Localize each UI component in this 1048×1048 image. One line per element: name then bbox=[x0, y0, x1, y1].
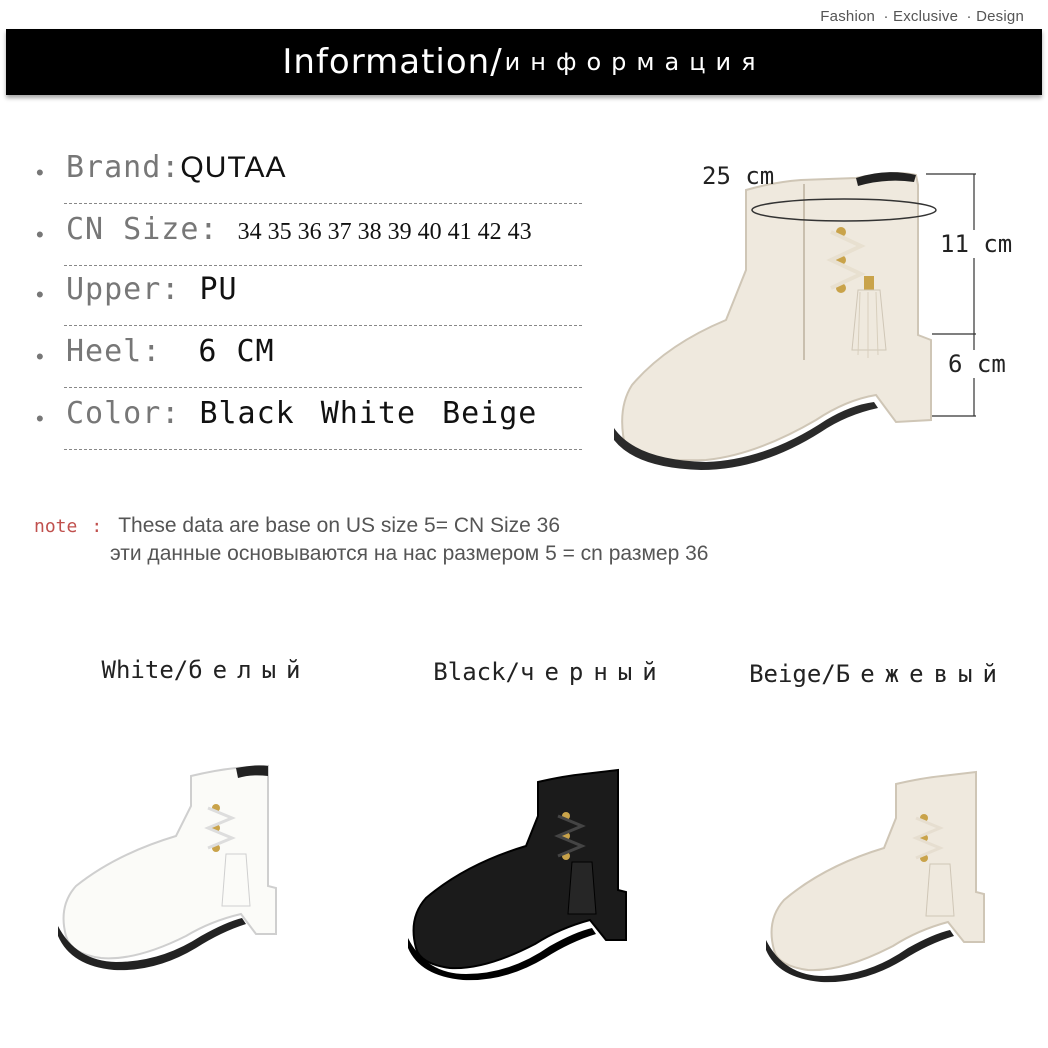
banner-title: Information/ bbox=[282, 42, 503, 82]
tagline: Fashion · Exclusive · Design bbox=[816, 8, 1024, 25]
variant-black-en: Black/ bbox=[433, 658, 520, 686]
spec-brand-label: Brand: bbox=[66, 150, 181, 185]
white-boot-image bbox=[58, 764, 277, 971]
variant-beige: Beige/Бежевый bbox=[708, 660, 1048, 1040]
variant-white-ru: белый bbox=[188, 656, 311, 684]
boot-measurement-diagram bbox=[614, 172, 976, 470]
banner-subtitle: информация bbox=[504, 48, 766, 76]
spec-color-label: Color: bbox=[66, 396, 181, 431]
dashed-divider bbox=[64, 387, 582, 388]
note-russian: эти данные основываются на нас размером … bbox=[110, 542, 709, 565]
spec-upper-value: PU bbox=[199, 272, 238, 307]
spec-brand: • Brand:QUTAA bbox=[36, 150, 582, 204]
bullet-icon: • bbox=[36, 344, 44, 369]
variant-beige-en: Beige/ bbox=[749, 660, 836, 688]
tagline-design: · Design bbox=[966, 8, 1024, 25]
spec-upper: • Upper: PU bbox=[36, 272, 582, 326]
dashed-divider bbox=[64, 449, 582, 450]
hero-boot-figure: 25 cm 11 cm 6 cm bbox=[596, 150, 1048, 480]
bullet-icon: • bbox=[36, 222, 44, 247]
variant-black-ru: черный bbox=[520, 658, 667, 686]
variant-beige-ru: Бежевый bbox=[835, 660, 1007, 688]
spec-size-label: CN Size: bbox=[66, 212, 219, 247]
note-colon: : bbox=[91, 516, 103, 537]
variant-white-en: White/ bbox=[101, 656, 189, 684]
dashed-divider bbox=[64, 325, 582, 326]
dashed-divider bbox=[64, 203, 582, 204]
tagline-exclusive: · Exclusive bbox=[883, 8, 959, 25]
measure-circumference: 25 cm bbox=[702, 162, 775, 190]
spec-color-black: Black bbox=[199, 396, 295, 431]
size-note: note: These data are base on US size 5= C… bbox=[34, 514, 708, 565]
note-english: These data are base on US size 5= CN Siz… bbox=[118, 514, 561, 537]
spec-brand-value: QUTAA bbox=[180, 151, 287, 184]
information-banner: Information/ информация bbox=[6, 29, 1042, 95]
spec-upper-label: Upper: bbox=[66, 272, 181, 307]
spec-color: • Color: Black White Beige bbox=[36, 396, 582, 450]
note-tag: note bbox=[34, 516, 78, 537]
measure-shaft: 11 cm bbox=[940, 230, 1013, 258]
spec-heel: • Heel: 6 CM bbox=[36, 334, 582, 388]
dashed-divider bbox=[64, 265, 582, 266]
variant-white: White/белый bbox=[36, 656, 376, 1036]
black-boot-image bbox=[408, 768, 627, 981]
spec-heel-label: Heel: bbox=[66, 334, 162, 369]
spec-size-value: 34 35 36 37 38 39 40 41 42 43 bbox=[237, 219, 532, 245]
tagline-fashion: Fashion bbox=[820, 8, 876, 25]
bullet-icon: • bbox=[36, 160, 44, 185]
bullet-icon: • bbox=[36, 282, 44, 307]
measure-heel: 6 cm bbox=[948, 350, 1006, 378]
bullet-icon: • bbox=[36, 406, 44, 431]
variant-black: Black/черный bbox=[380, 658, 720, 1038]
spec-size: • CN Size: 34 35 36 37 38 39 40 41 42 43 bbox=[36, 212, 582, 266]
spec-color-white: White bbox=[320, 396, 417, 431]
spec-color-beige: Beige bbox=[442, 396, 538, 431]
beige-boot-image-small bbox=[766, 770, 985, 983]
spec-heel-value: 6 CM bbox=[198, 334, 275, 369]
